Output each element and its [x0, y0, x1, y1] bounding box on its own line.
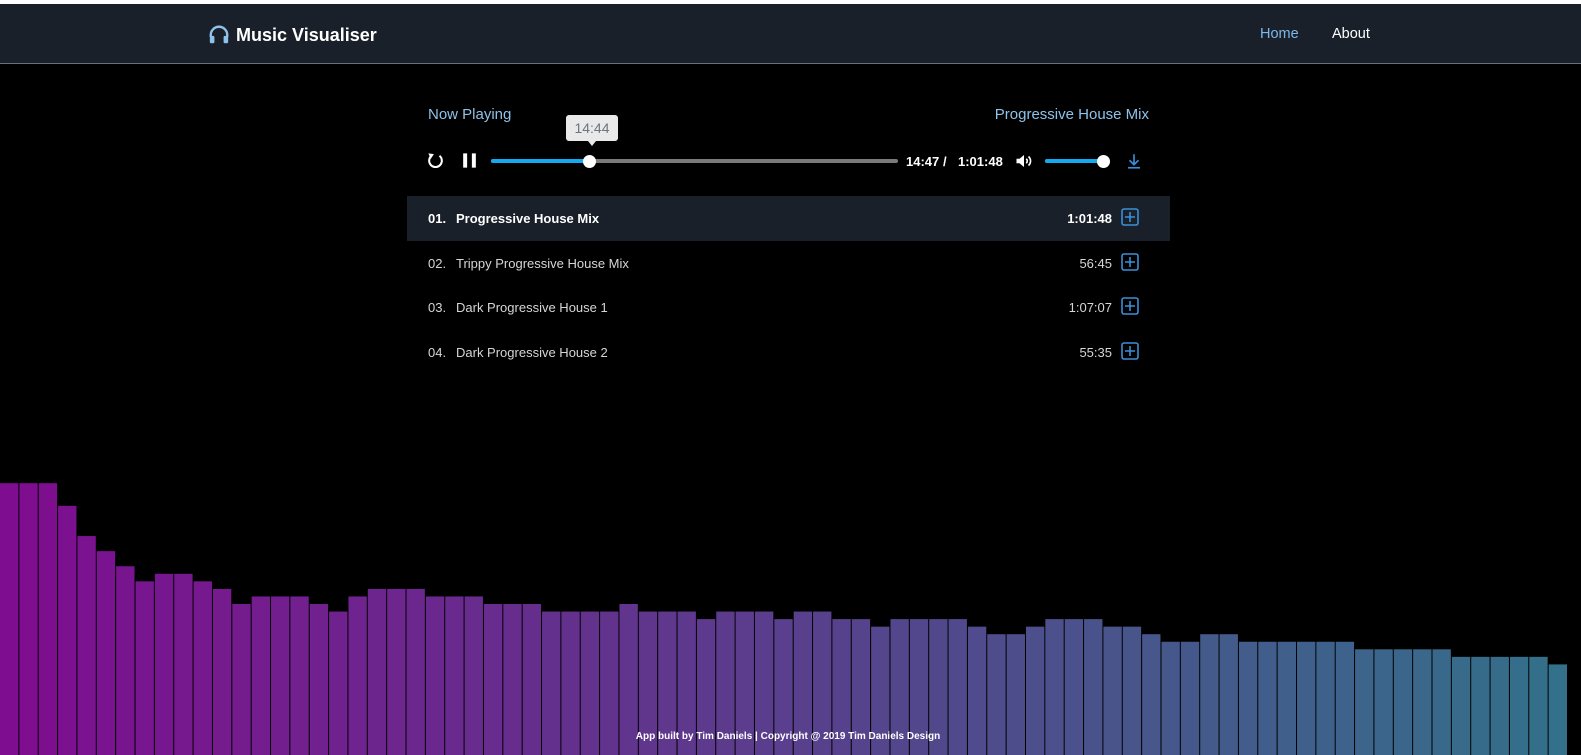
- playlist-item[interactable]: 03. Dark Progressive House 1 1:07:07: [407, 285, 1170, 330]
- add-to-queue-icon[interactable]: [1121, 252, 1139, 271]
- track-name: Trippy Progressive House Mix: [456, 255, 629, 271]
- time-separator: /: [943, 154, 947, 169]
- visualizer-bar: [174, 573, 193, 755]
- track-duration: 55:35: [1079, 344, 1112, 360]
- download-icon[interactable]: [1125, 151, 1143, 171]
- volume-handle[interactable]: [1096, 155, 1110, 168]
- total-time: 1:01:48: [958, 154, 1003, 169]
- track-duration: 56:45: [1079, 255, 1112, 271]
- track-name: Dark Progressive House 1: [456, 300, 608, 315]
- track-duration: 1:01:48: [1067, 211, 1112, 226]
- replay-icon[interactable]: [426, 151, 445, 170]
- track-name: Dark Progressive House 2: [456, 344, 608, 360]
- add-to-queue-icon[interactable]: [1121, 341, 1139, 360]
- seek-handle[interactable]: [582, 155, 596, 168]
- current-track-title: Progressive House Mix: [994, 106, 1149, 123]
- playlist: 01. Progressive House Mix 1:01:48 02. Tr…: [407, 196, 1170, 374]
- track-number: 01.: [428, 211, 447, 226]
- visualizer-bar: [0, 483, 19, 755]
- track-number: 02.: [428, 255, 447, 271]
- volume-level: [1045, 159, 1103, 163]
- footer-text: App built by Tim Daniels | Copyright @ 2…: [635, 731, 941, 742]
- visualizer-bar: [38, 483, 58, 755]
- track-number: 03.: [428, 300, 447, 315]
- visualizer-bar: [77, 536, 96, 755]
- track-number: 04.: [428, 344, 447, 360]
- current-time: 14:47: [906, 154, 940, 169]
- headphones-icon: [209, 25, 229, 44]
- visualizer-bar: [193, 581, 212, 755]
- add-to-queue-icon[interactable]: [1121, 297, 1139, 315]
- visualizer-bar: [154, 573, 174, 755]
- brand-title: Music Visualiser: [236, 24, 377, 45]
- now-playing-label: Now Playing: [428, 106, 512, 123]
- playlist-item[interactable]: 02. Trippy Progressive House Mix 56:45: [407, 241, 1170, 286]
- visualizer-bar: [58, 505, 77, 755]
- playlist-item[interactable]: 01. Progressive House Mix 1:01:48: [407, 196, 1170, 241]
- visualizer-bar: [96, 551, 116, 755]
- volume-icon[interactable]: [1014, 152, 1034, 170]
- visualizer: [0, 483, 1567, 755]
- visualizer-bar: [19, 483, 38, 755]
- nav-home-link[interactable]: Home: [1260, 26, 1299, 42]
- nav-about-link[interactable]: About: [1332, 26, 1370, 42]
- seek-bar-progress: [491, 159, 589, 163]
- playlist-item[interactable]: 04. Dark Progressive House 2 55:35: [407, 330, 1170, 375]
- visualizer-bar: [116, 566, 135, 755]
- track-duration: 1:07:07: [1068, 300, 1112, 315]
- pause-icon[interactable]: [460, 151, 479, 170]
- add-to-queue-icon[interactable]: [1121, 208, 1139, 226]
- seek-bar[interactable]: [491, 159, 898, 163]
- visualizer-bar: [135, 581, 154, 755]
- track-name: Progressive House Mix: [456, 211, 600, 226]
- brand[interactable]: Music Visualiser: [208, 22, 377, 48]
- navbar: Music Visualiser Home About: [0, 4, 1581, 64]
- seek-tooltip: 14:44: [566, 115, 618, 146]
